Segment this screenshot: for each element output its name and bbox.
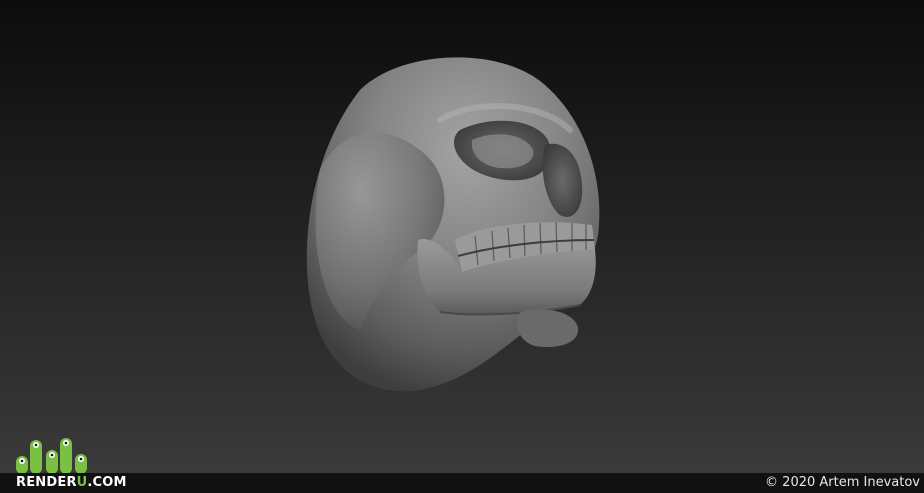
copyright-text: © 2020 Artem Inevatov: [765, 475, 920, 490]
brand-logo[interactable]: RENDERU.COM: [16, 473, 127, 493]
logo-suffix: .COM: [87, 475, 127, 490]
logo-main: RENDER: [16, 475, 77, 490]
figures-icon: [16, 438, 87, 474]
chin-shape: [516, 309, 579, 348]
skull-icon: [306, 57, 600, 392]
render-viewport: [0, 0, 924, 473]
logo-accent: U: [76, 475, 88, 490]
